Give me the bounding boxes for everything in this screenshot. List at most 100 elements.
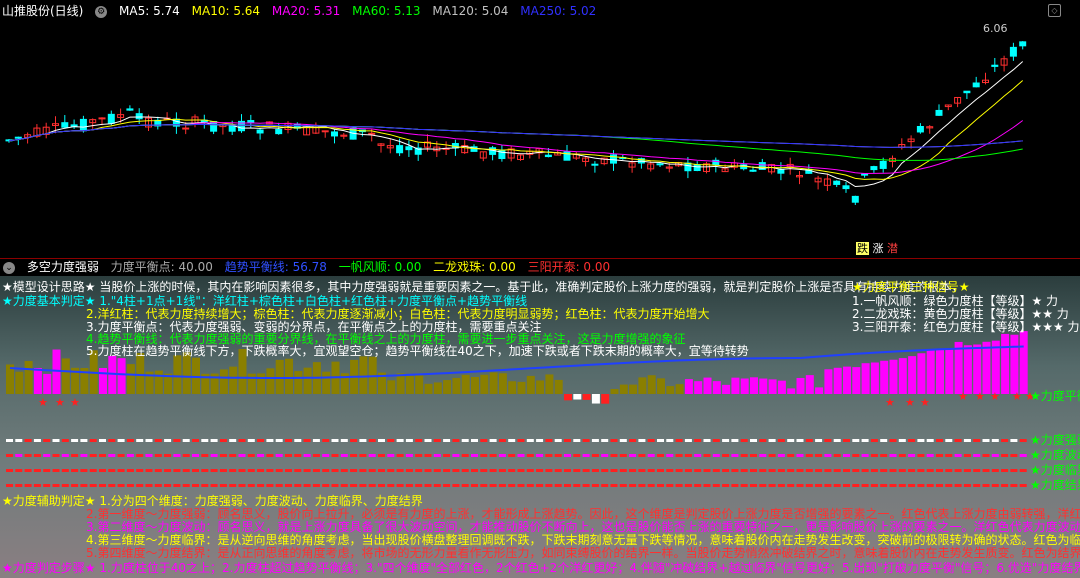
signal-strip-cell [126, 469, 134, 472]
signal-star: ★ [55, 396, 65, 409]
strength-bar [517, 381, 526, 394]
strength-bar [564, 394, 572, 401]
strength-bar [219, 369, 228, 394]
signal-strip-cell [684, 454, 692, 457]
signal-strip-cell [192, 454, 199, 457]
collapse-icon[interactable]: ◇ [1048, 4, 1061, 17]
signal-strip-cell [285, 439, 292, 442]
signal-strip-cell [712, 469, 720, 472]
signal-strip-cell [415, 484, 423, 487]
signal-strip-cell [396, 484, 404, 487]
signal-strip-cell [303, 469, 311, 472]
signal-strip-cell [508, 469, 516, 472]
signal-strip-cell [777, 469, 785, 472]
signal-strip-cell [536, 439, 544, 442]
signal-strip-cell [703, 484, 711, 487]
legend-wave: ★力度波动 [1030, 448, 1080, 462]
strength-bar [898, 358, 907, 394]
signal-strip-cell [926, 484, 934, 487]
strength-bar [731, 377, 740, 394]
indicator-settings-icon[interactable]: ⌄ [3, 261, 15, 274]
signal-strip-cell [926, 439, 934, 442]
signal-strip-cell [619, 439, 627, 442]
candle-body [14, 136, 22, 139]
signal-strip-cell [610, 469, 618, 472]
signal-strip-cell [164, 469, 172, 472]
signal-strip-cell [684, 439, 692, 442]
strength-bar [712, 381, 721, 394]
candle-body [368, 132, 376, 135]
signal-strip-cell [917, 484, 925, 487]
strength-bar [247, 373, 256, 394]
indicator-panel[interactable]: ★ ★ ★ ★ ★ ★ ★ ★ ★ ★ ★ ★模型设计思路★ 当股价上涨的时候，其内在影响因素很多，… [0, 276, 1080, 578]
candle-body [916, 125, 924, 133]
signal-strip-cell [787, 439, 795, 442]
candle-body [879, 160, 887, 169]
signal-strip-cell [601, 454, 609, 457]
trend-bottom-text: 5.力度柱在趋势平衡线下方，下跌概率大，宜观望空仓；趋势平衡线在40之下，加速下… [86, 344, 749, 358]
ma10-label: MA10: 5.64 [191, 4, 261, 18]
signal-strip-cell [657, 469, 664, 472]
tag-zhang: 涨 [872, 242, 884, 255]
signal-strip-cell [108, 469, 116, 472]
signal-strip-cell [777, 439, 785, 442]
kline-chart[interactable] [0, 0, 1080, 258]
signal-strip-cell [684, 484, 692, 487]
signal-strip-cell [843, 439, 850, 442]
signal-strip-cell [759, 439, 767, 442]
strength-bar [601, 394, 610, 404]
signal-strip-cell [145, 454, 153, 457]
signal-strip-cell [740, 439, 748, 442]
signal-strip-cell [880, 454, 888, 457]
signal-strip-cell [312, 439, 320, 442]
signal-strip-cell [805, 484, 813, 487]
signal-strip-cell [750, 439, 757, 442]
candle-body [396, 145, 404, 154]
signal-strip-cell [471, 454, 478, 457]
signal-strip-cell [1001, 454, 1009, 457]
stock-title: 山推股份(日线) [2, 4, 84, 18]
kline-panel[interactable]: 山推股份(日线) ⚙ MA5: 5.74 MA10: 5.64 MA20: 5.… [0, 0, 1080, 258]
low-tags: 跌 涨 潜 [856, 240, 898, 256]
signal-strip-cell [722, 469, 730, 472]
signal-strip-cell [777, 454, 785, 457]
signal-strip-cell [24, 454, 32, 457]
signal-strip-cell [266, 484, 274, 487]
strength-bar [443, 380, 452, 394]
signal-strip-cell [275, 439, 283, 442]
signal-strip-cell [889, 439, 897, 442]
signal-strip-cell [322, 469, 330, 472]
bar-color-text: 2.洋红柱：代表力度持续增大；棕色柱：代表力度逐渐减小；白色柱：代表力度明显弱势… [86, 307, 710, 321]
candle-body [107, 113, 115, 124]
signal-strip-cell [368, 454, 376, 457]
signal-strip-cell [433, 454, 441, 457]
signal-strip-cell [787, 469, 795, 472]
signal-strip-cell [619, 484, 627, 487]
strength-bar [303, 367, 312, 394]
signal-strip-cell [89, 439, 97, 442]
aux-title-text: ★力度辅助判定★ 1.分为四个维度：力度强弱、力度波动、力度临界、力度结界 [2, 494, 423, 508]
strength-bar [722, 384, 731, 394]
signal-strip-cell [136, 469, 144, 472]
strength-bar [433, 382, 442, 394]
signal-strip-cell [824, 484, 832, 487]
signal-strip-cell [740, 469, 748, 472]
strength-bar [154, 370, 163, 394]
signal-strip-cell [526, 484, 534, 487]
signal-strip-cell [331, 454, 339, 457]
signal-star: ★ [920, 396, 930, 409]
signal-strip-cell [954, 469, 962, 472]
signal3-label: 三阳开泰: 0.00 [527, 260, 611, 274]
strength-bar [647, 375, 656, 394]
signal-strip-cell [340, 484, 348, 487]
signal-strip-cell [517, 469, 525, 472]
signal-strip-cell [768, 454, 776, 457]
signal-strip-cell [461, 454, 469, 457]
settings-icon[interactable]: ⚙ [95, 5, 108, 18]
signal-strip-cell [740, 484, 748, 487]
signal-strip-cell [312, 484, 320, 487]
strength-bar [396, 373, 405, 394]
signal-strip-cell [833, 484, 841, 487]
signal-strip-cell [117, 439, 125, 442]
candle-body [1019, 41, 1027, 47]
